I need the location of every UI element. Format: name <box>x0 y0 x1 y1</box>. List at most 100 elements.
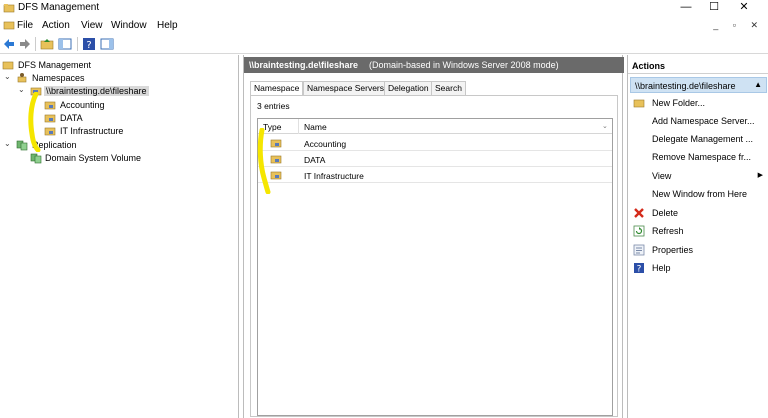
forward-arrow-icon[interactable] <box>18 37 32 51</box>
action-properties[interactable]: Properties <box>628 242 768 258</box>
help-icon[interactable]: ? <box>82 37 96 51</box>
menu-file[interactable]: File <box>17 20 33 31</box>
action-new-window[interactable]: New Window from Here <box>628 186 768 202</box>
details-header-description: (Domain-based in Windows Server 2008 mod… <box>369 60 559 70</box>
refresh-icon <box>633 225 645 237</box>
folder-icon <box>44 101 56 110</box>
action-label: Help <box>652 263 671 273</box>
folder-icon <box>44 127 56 136</box>
tree-label-namespaces: Namespaces <box>32 73 85 83</box>
minimize-button[interactable]: — <box>672 0 700 16</box>
toolbar: ? <box>0 34 768 54</box>
menu-view[interactable]: View <box>81 20 103 31</box>
list-row-label: Accounting <box>304 139 347 149</box>
action-help[interactable]: ? Help <box>628 260 768 276</box>
show-hide-tree-icon[interactable] <box>58 37 72 51</box>
tree-root-label: DFS Management <box>18 60 92 70</box>
action-label: New Window from Here <box>652 189 748 199</box>
actions-header: Actions <box>628 57 768 74</box>
tree-label-data: DATA <box>60 113 83 123</box>
action-new-folder[interactable]: New Folder... <box>628 95 768 111</box>
action-label: Delete <box>652 208 679 218</box>
help-icon: ? <box>634 263 644 275</box>
actions-title: Actions <box>632 61 666 71</box>
namespaces-icon <box>17 73 27 83</box>
collapse-caret-icon[interactable]: ▲ <box>754 80 762 89</box>
replication-icon <box>16 140 28 151</box>
toolbar-separator <box>35 37 36 51</box>
expand-chevron-icon[interactable]: ⌄ <box>4 139 11 148</box>
delete-x-icon <box>634 208 644 218</box>
menu-bar: File Action View Window Help _ ▫ ✕ <box>0 17 768 34</box>
sort-chevron-icon[interactable]: ⌄ <box>602 122 608 130</box>
list-row-accounting[interactable]: Accounting <box>258 135 612 151</box>
dfs-management-icon <box>2 61 14 70</box>
column-header-type[interactable]: Type <box>263 122 281 132</box>
action-label: Properties <box>652 245 694 255</box>
tab-namespace[interactable]: Namespace <box>250 81 304 96</box>
svg-text:?: ? <box>637 265 642 275</box>
menu-action[interactable]: Action <box>42 20 70 31</box>
actions-subheader-label: \\braintesting.de\fileshare <box>635 81 736 91</box>
namespace-tab-panel: 3 entries Type Name ⌄ Accounting DATA IT… <box>250 95 618 417</box>
details-pane: \\braintesting.de\fileshare (Domain-base… <box>243 55 624 418</box>
actions-subheader[interactable]: \\braintesting.de\fileshare ▲ <box>630 77 767 93</box>
svg-text:?: ? <box>86 40 91 51</box>
list-row-label: IT Infrastructure <box>304 171 364 181</box>
folder-icon <box>44 114 56 123</box>
back-arrow-icon[interactable] <box>2 37 16 51</box>
folder-target-icon <box>270 139 282 148</box>
tree-label-fileshare: \\braintesting.de\fileshare <box>44 86 149 96</box>
tab-namespace-servers[interactable]: Namespace Servers <box>303 81 389 95</box>
dfs-app-icon <box>3 4 15 13</box>
tab-delegation[interactable]: Delegation <box>384 81 433 95</box>
list-row-data[interactable]: DATA <box>258 151 612 167</box>
action-label: View <box>652 171 672 181</box>
list-row-it-infrastructure[interactable]: IT Infrastructure <box>258 167 612 183</box>
new-folder-icon <box>633 99 645 108</box>
folder-target-icon <box>270 171 282 180</box>
action-label: Refresh <box>652 226 684 236</box>
window-title: DFS Management <box>18 2 100 13</box>
up-folder-icon[interactable] <box>40 37 54 51</box>
action-delegate-management[interactable]: Delegate Management ... <box>628 131 768 147</box>
tree-label-domain-system-volume: Domain System Volume <box>45 153 142 163</box>
column-divider[interactable] <box>298 119 299 134</box>
entries-count: 3 entries <box>257 101 290 111</box>
tree-label-replication: Replication <box>32 140 77 150</box>
action-refresh[interactable]: Refresh <box>628 223 768 239</box>
toolbar-separator <box>77 37 78 51</box>
replication-group-icon <box>30 153 42 164</box>
action-remove-namespace[interactable]: Remove Namespace fr... <box>628 149 768 165</box>
action-view[interactable]: View ▶ <box>628 168 768 184</box>
submenu-arrow-icon: ▶ <box>757 172 763 179</box>
details-header: \\braintesting.de\fileshare (Domain-base… <box>244 57 624 73</box>
column-header-name[interactable]: Name <box>304 122 327 132</box>
action-add-namespace-server[interactable]: Add Namespace Server... <box>628 113 768 129</box>
action-delete[interactable]: Delete <box>628 205 768 221</box>
console-tree: DFS Management ⌄ Namespaces ⌄ \\braintes… <box>0 55 239 418</box>
list-header: Type Name ⌄ <box>258 119 612 134</box>
mdi-window-buttons[interactable]: _ ▫ ✕ <box>713 20 764 31</box>
expand-chevron-icon[interactable]: ⌄ <box>18 85 25 94</box>
namespace-folder-icon <box>30 87 42 96</box>
action-label: New Folder... <box>652 98 706 108</box>
properties-icon <box>633 244 645 256</box>
close-button[interactable]: ✕ <box>730 0 758 16</box>
title-bar: DFS Management — ☐ ✕ <box>0 0 768 17</box>
maximize-button[interactable]: ☐ <box>700 0 728 16</box>
menu-help[interactable]: Help <box>157 20 178 31</box>
actions-pane: Actions \\braintesting.de\fileshare ▲ Ne… <box>627 55 768 418</box>
show-hide-action-pane-icon[interactable] <box>100 37 114 51</box>
details-header-path: \\braintesting.de\fileshare <box>249 60 359 70</box>
folder-list: Type Name ⌄ Accounting DATA IT Infrastru… <box>257 118 613 416</box>
tree-label-it-infrastructure: IT Infrastructure <box>60 126 124 136</box>
menu-window[interactable]: Window <box>111 20 147 31</box>
action-label: Remove Namespace fr... <box>652 152 752 162</box>
expand-chevron-icon[interactable]: ⌄ <box>4 72 11 81</box>
system-menu-icon[interactable] <box>3 19 15 31</box>
folder-target-icon <box>270 155 282 164</box>
tree-label-accounting: Accounting <box>60 100 105 110</box>
tab-search[interactable]: Search <box>431 81 466 95</box>
action-label: Delegate Management ... <box>652 134 754 144</box>
